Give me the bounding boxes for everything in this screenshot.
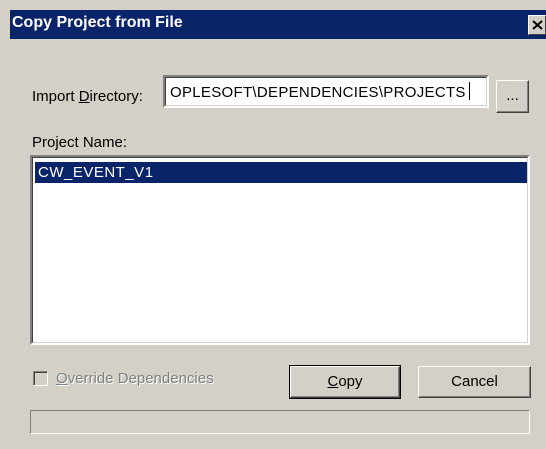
project-name-label: Project Name: — [32, 134, 128, 151]
text-caret — [468, 82, 470, 100]
list-item[interactable]: CW_EVENT_V1 — [35, 162, 527, 183]
cancel-button[interactable]: Cancel — [418, 366, 531, 398]
window-title: Copy Project from File — [12, 14, 183, 31]
browse-button[interactable]: ... — [496, 80, 529, 113]
import-directory-value: OPLESOFT\DEPENDENCIES\PROJECTS — [170, 84, 466, 101]
override-dependencies-label: Override Dependencies — [56, 370, 214, 387]
import-directory-input[interactable]: OPLESOFT\DEPENDENCIES\PROJECTS — [163, 75, 489, 108]
progress-bar — [30, 410, 530, 434]
project-listbox[interactable]: CW_EVENT_V1 — [30, 155, 530, 345]
override-dependencies-checkbox[interactable] — [33, 371, 48, 386]
copy-project-dialog: Copy Project from File Import Directory:… — [0, 0, 546, 449]
close-icon — [532, 20, 543, 30]
import-directory-label: Import Directory: — [32, 88, 143, 105]
copy-button[interactable]: Copy — [289, 365, 401, 399]
close-button[interactable] — [528, 15, 546, 35]
title-bar[interactable]: Copy Project from File — [10, 10, 546, 39]
